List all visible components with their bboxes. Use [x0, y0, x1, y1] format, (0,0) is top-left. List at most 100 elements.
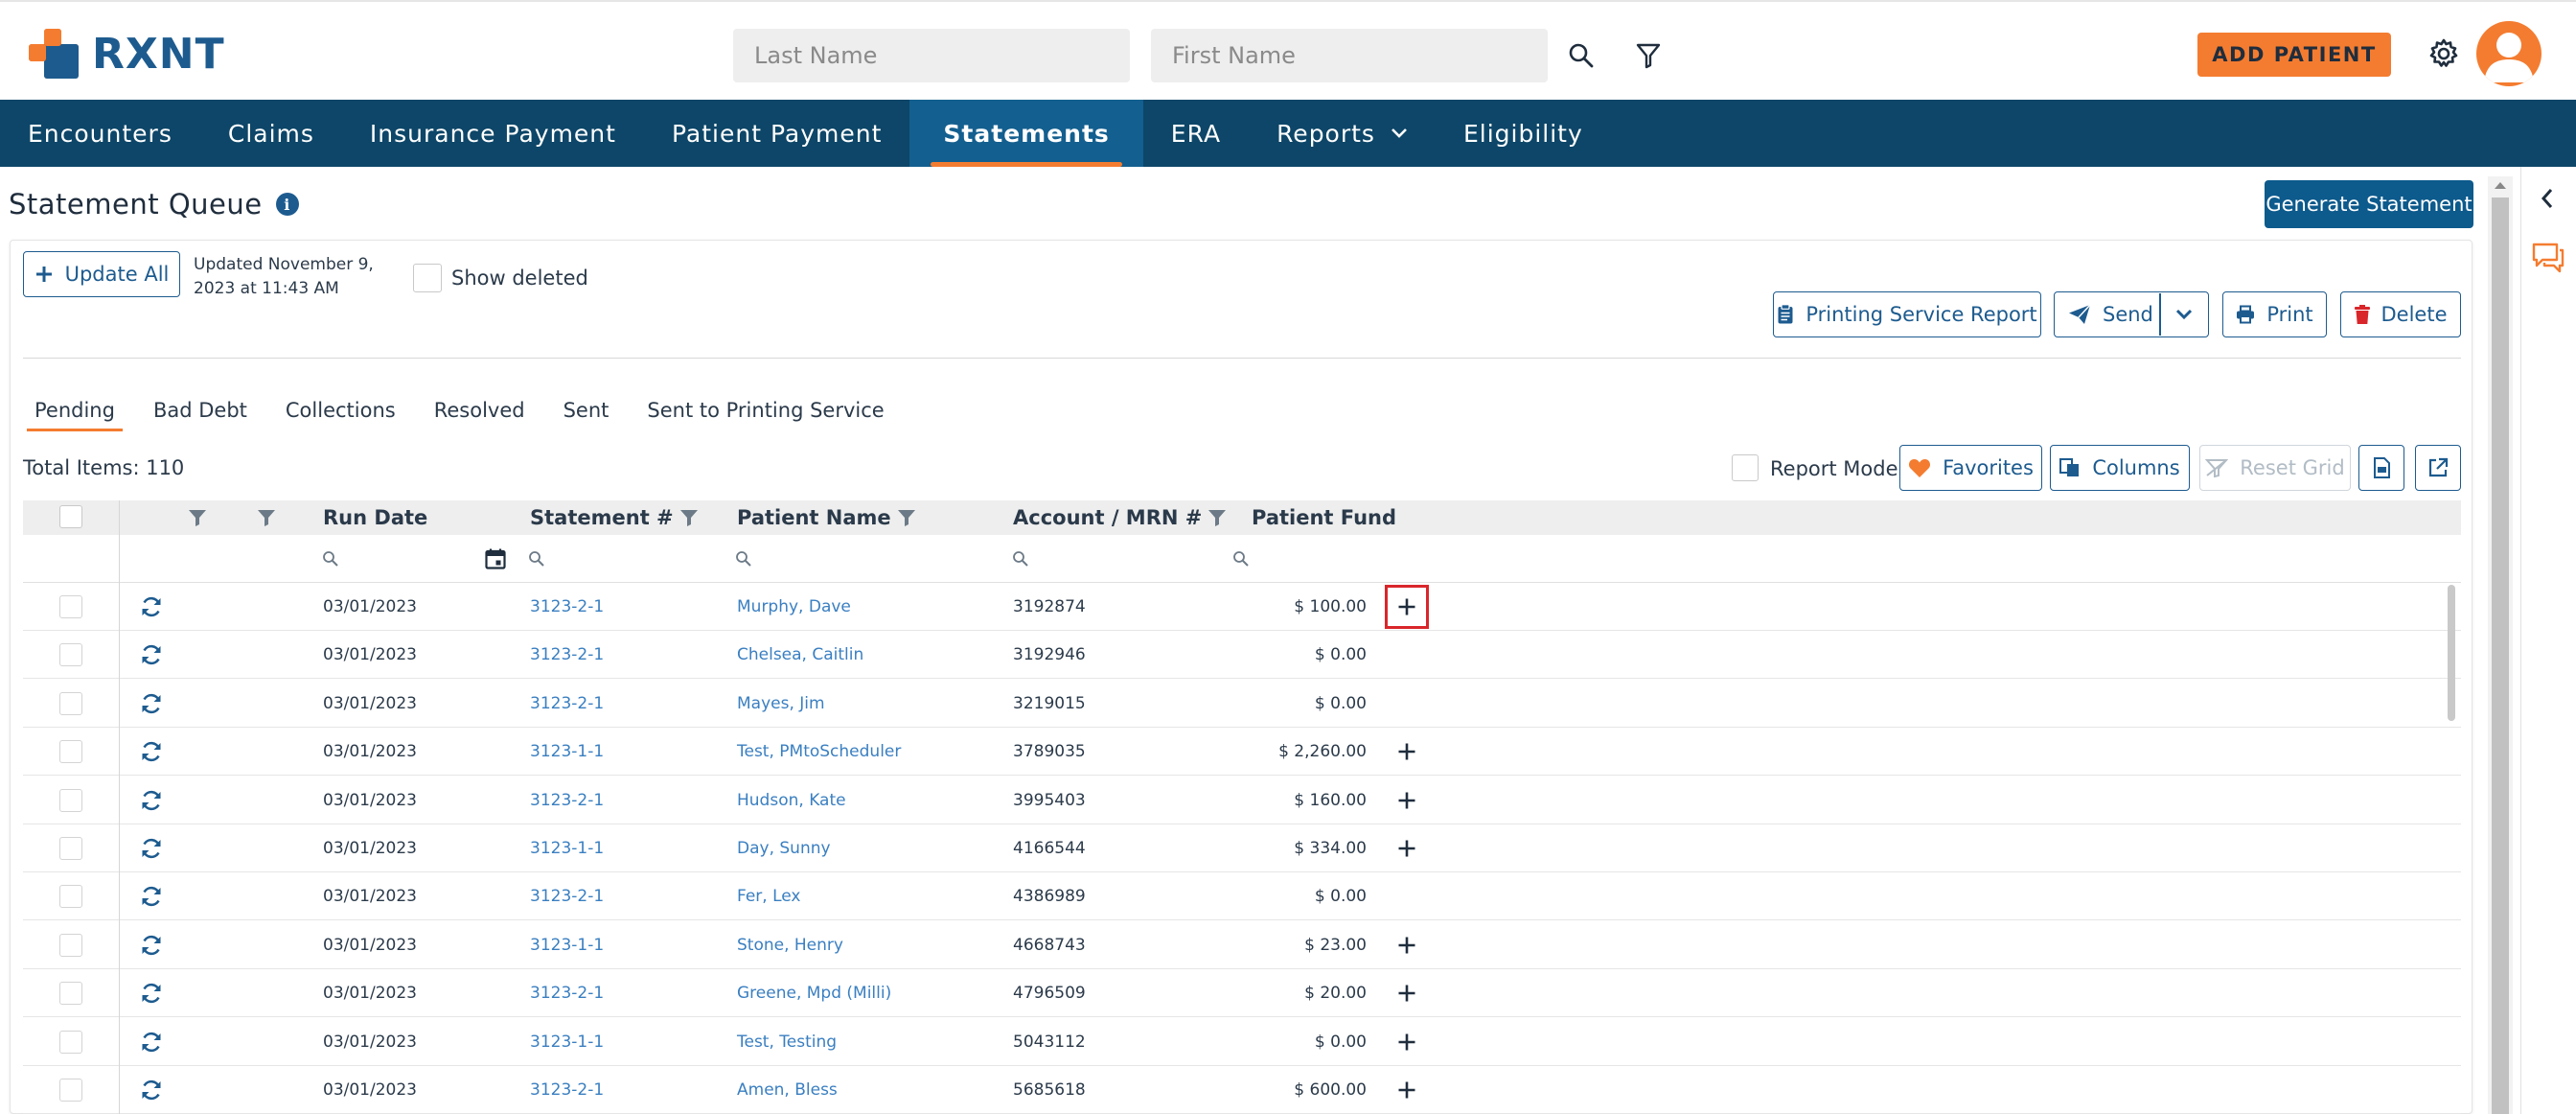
report-mode-checkbox[interactable] [1732, 454, 1759, 481]
statement-link[interactable]: 3123-2-1 [530, 680, 604, 728]
tab-resolved[interactable]: Resolved [423, 399, 537, 431]
account-filter[interactable] [1012, 535, 1029, 583]
filter-column-2[interactable] [257, 500, 276, 535]
patient-name-link[interactable]: Mayes, Jim [737, 680, 825, 728]
patient-name-link[interactable]: Fer, Lex [737, 872, 801, 920]
update-all-button[interactable]: Update All [23, 251, 180, 297]
row-checkbox[interactable] [59, 691, 82, 715]
nav-reports[interactable]: Reports [1249, 100, 1436, 167]
row-checkbox[interactable] [59, 1079, 82, 1102]
refresh-icon[interactable] [140, 1018, 163, 1066]
statement-link[interactable]: 3123-2-1 [530, 969, 604, 1017]
rxnt-logo[interactable]: RXNT [27, 27, 225, 81]
patient-name-filter[interactable] [735, 535, 752, 583]
nav-insurance-payment[interactable]: Insurance Payment [342, 100, 644, 167]
patient-name-link[interactable]: Hudson, Kate [737, 777, 846, 824]
refresh-icon[interactable] [140, 728, 163, 776]
grid-scrollbar-thumb[interactable] [2448, 585, 2455, 721]
reset-grid-button[interactable]: Reset Grid [2199, 445, 2351, 491]
filter-icon[interactable] [1629, 36, 1668, 75]
print-button[interactable]: Print [2222, 291, 2327, 337]
export-pdf-button[interactable] [2358, 445, 2404, 491]
table-row[interactable]: 03/01/2023 3123-1-1 Test, Testing 5043112 $ … [23, 1018, 2461, 1066]
refresh-icon[interactable] [140, 921, 163, 969]
expand-plus-button[interactable] [1392, 930, 1422, 961]
statement-filter[interactable] [528, 535, 545, 583]
row-checkbox[interactable] [59, 982, 82, 1006]
show-deleted-checkbox[interactable] [413, 264, 442, 292]
refresh-icon[interactable] [140, 777, 163, 824]
generate-statement-button[interactable]: Generate Statement [2265, 180, 2473, 228]
table-row[interactable]: 03/01/2023 3123-1-1 Day, Sunny 4166544 $ 334… [23, 824, 2461, 872]
row-checkbox[interactable] [59, 1030, 82, 1054]
tab-bad-debt[interactable]: Bad Debt [142, 399, 259, 431]
refresh-icon[interactable] [140, 872, 163, 920]
table-row[interactable]: 03/01/2023 3123-2-1 Greene, Mpd (Milli) 479… [23, 969, 2461, 1018]
patient-name-link[interactable]: Test, Testing [737, 1018, 837, 1066]
info-icon[interactable]: i [275, 193, 299, 216]
chevron-left-icon[interactable] [2541, 188, 2554, 209]
scroll-up-icon[interactable] [2494, 180, 2507, 190]
add-patient-button[interactable]: ADD PATIENT [2197, 33, 2391, 77]
first-name-input[interactable] [1151, 29, 1548, 82]
select-all-checkbox[interactable] [59, 505, 82, 528]
table-row[interactable]: 03/01/2023 3123-2-1 Murphy, Dave 3192874 $ 1… [23, 583, 2461, 631]
refresh-icon[interactable] [140, 1066, 163, 1114]
patient-name-link[interactable]: Stone, Henry [737, 921, 843, 969]
expand-plus-button[interactable] [1392, 978, 1422, 1009]
user-avatar[interactable] [2476, 21, 2542, 86]
refresh-icon[interactable] [140, 583, 163, 631]
header-patient-name[interactable]: Patient Name [737, 500, 916, 535]
expand-plus-button[interactable] [1385, 585, 1429, 629]
table-row[interactable]: 03/01/2023 3123-1-1 Test, PMtoScheduler 378… [23, 728, 2461, 777]
statement-link[interactable]: 3123-2-1 [530, 872, 604, 920]
table-row[interactable]: 03/01/2023 3123-1-1 Stone, Henry 4668743 $ 2… [23, 921, 2461, 969]
tab-sent-to-printing-service[interactable]: Sent to Printing Service [635, 399, 895, 431]
tab-collections[interactable]: Collections [274, 399, 407, 431]
patient-name-link[interactable]: Greene, Mpd (Milli) [737, 969, 891, 1017]
statement-link[interactable]: 3123-2-1 [530, 1066, 604, 1114]
row-checkbox[interactable] [59, 933, 82, 957]
tab-sent[interactable]: Sent [552, 399, 621, 431]
statement-link[interactable]: 3123-1-1 [530, 1018, 604, 1066]
expand-plus-button[interactable] [1392, 833, 1422, 864]
printing-service-report-button[interactable]: Printing Service Report [1773, 291, 2041, 337]
refresh-icon[interactable] [140, 631, 163, 679]
row-checkbox[interactable] [59, 740, 82, 764]
chat-icon[interactable] [2531, 242, 2565, 274]
nav-eligibility[interactable]: Eligibility [1436, 100, 1611, 167]
expand-plus-button[interactable] [1392, 736, 1422, 767]
row-checkbox[interactable] [59, 788, 82, 812]
favorites-button[interactable]: Favorites [1899, 445, 2042, 491]
patient-name-link[interactable]: Day, Sunny [737, 824, 831, 872]
search-icon[interactable] [1562, 36, 1600, 75]
table-row[interactable]: 03/01/2023 3123-2-1 Mayes, Jim 3219015 $ 0.0… [23, 680, 2461, 728]
nav-encounters[interactable]: Encounters [0, 100, 200, 167]
run-date-filter[interactable] [322, 535, 339, 583]
refresh-icon[interactable] [140, 969, 163, 1017]
nav-claims[interactable]: Claims [200, 100, 342, 167]
patient-name-link[interactable]: Murphy, Dave [737, 583, 851, 631]
calendar-icon[interactable] [485, 535, 506, 583]
columns-button[interactable]: Columns [2050, 445, 2190, 491]
header-account[interactable]: Account / MRN # [1013, 500, 1227, 535]
refresh-icon[interactable] [140, 824, 163, 872]
header-run-date[interactable]: Run Date [323, 500, 427, 535]
statement-link[interactable]: 3123-1-1 [530, 824, 604, 872]
export-button[interactable] [2415, 445, 2461, 491]
patient-name-link[interactable]: Test, PMtoScheduler [737, 728, 901, 776]
header-patient-fund[interactable]: Patient Fund [1252, 500, 1396, 535]
nav-statements[interactable]: Statements [909, 100, 1143, 167]
statement-link[interactable]: 3123-1-1 [530, 921, 604, 969]
row-checkbox[interactable] [59, 885, 82, 909]
last-name-input[interactable] [733, 29, 1130, 82]
row-checkbox[interactable] [59, 595, 82, 618]
expand-plus-button[interactable] [1392, 785, 1422, 816]
expand-plus-button[interactable] [1392, 1027, 1422, 1057]
nav-patient-payment[interactable]: Patient Payment [644, 100, 909, 167]
patient-fund-filter[interactable] [1232, 535, 1250, 583]
nav-era[interactable]: ERA [1143, 100, 1249, 167]
row-checkbox[interactable] [59, 837, 82, 860]
statement-link[interactable]: 3123-2-1 [530, 631, 604, 679]
filter-column-1[interactable] [188, 500, 207, 535]
